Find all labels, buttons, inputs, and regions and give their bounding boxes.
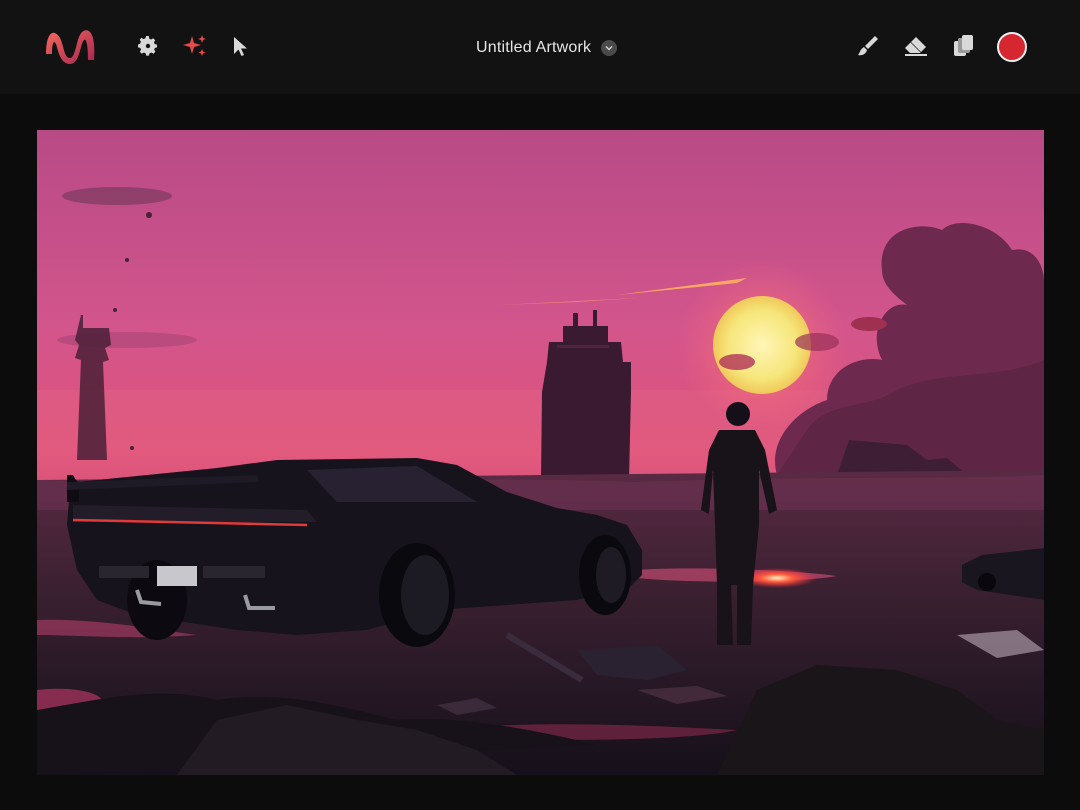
sparkle-icon[interactable]: [181, 32, 209, 60]
chevron-down-icon: [601, 40, 618, 56]
gear-icon[interactable]: [134, 32, 162, 60]
eraser-icon[interactable]: [902, 32, 930, 60]
artwork-image: [37, 130, 1044, 775]
brand-logo-icon[interactable]: [40, 24, 100, 68]
artwork-canvas[interactable]: [37, 130, 1044, 775]
document-title: Untitled Artwork: [476, 39, 592, 56]
top-toolbar: Untitled Artwork: [0, 0, 1080, 94]
layers-icon[interactable]: [949, 32, 977, 60]
color-swatch[interactable]: [997, 32, 1027, 62]
document-title-dropdown[interactable]: Untitled Artwork: [476, 36, 618, 60]
brush-icon[interactable]: [854, 32, 882, 60]
cursor-arrow-icon[interactable]: [226, 32, 254, 60]
